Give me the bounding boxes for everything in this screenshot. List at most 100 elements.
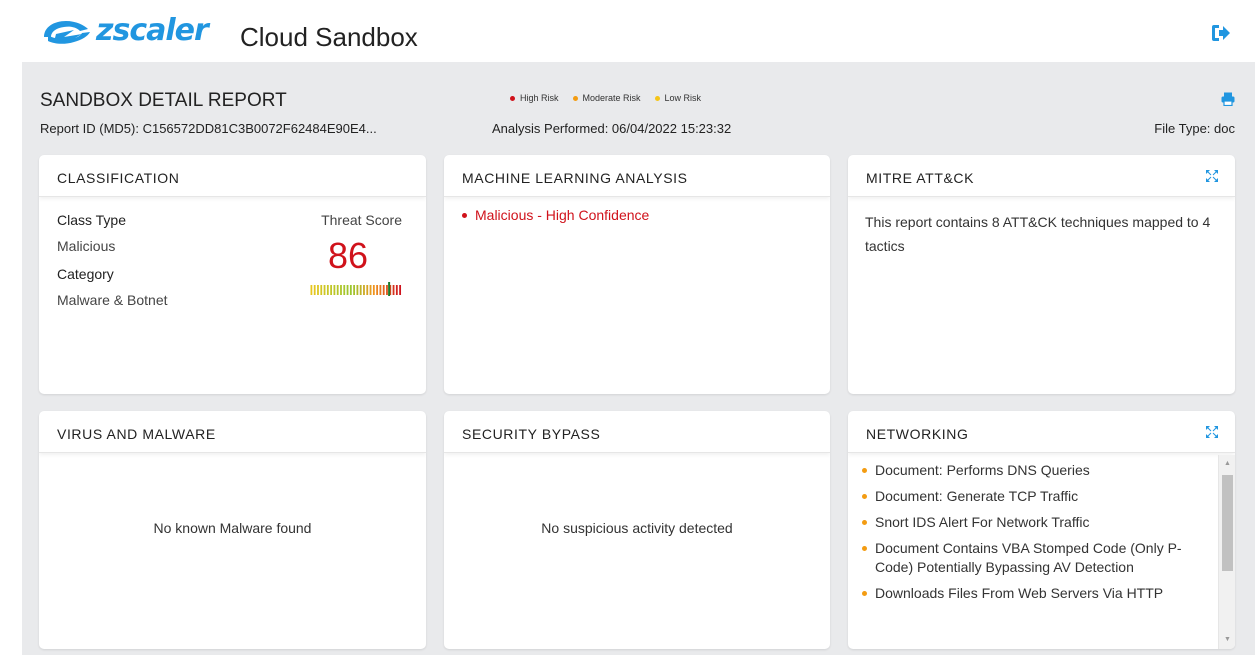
gauge-marker <box>388 282 391 296</box>
virus-empty-message: No known Malware found <box>153 520 312 536</box>
gauge-tick <box>317 285 319 295</box>
scroll-thumb[interactable] <box>1222 475 1233 571</box>
moderate-risk-dot-icon <box>862 468 867 473</box>
moderate-risk-dot-icon <box>862 520 867 525</box>
gauge-tick <box>356 285 359 295</box>
security-bypass-card: SECURITY BYPASS No suspicious activity d… <box>444 411 830 649</box>
card-title: VIRUS AND MALWARE <box>57 426 216 442</box>
gauge-tick <box>399 285 402 295</box>
gauge-tick <box>376 285 379 295</box>
moderate-risk-dot-icon <box>862 591 867 596</box>
networking-list: Document: Performs DNS Queries Document:… <box>862 461 1212 610</box>
threat-score-value: 86 <box>328 235 369 276</box>
legend-moderate-risk: Moderate Risk <box>572 93 641 103</box>
threat-score-label: Threat Score <box>321 212 402 228</box>
card-header: NETWORKING <box>848 411 1235 453</box>
risk-legend: High Risk Moderate Risk Low Risk <box>510 93 701 103</box>
bypass-empty-message: No suspicious activity detected <box>541 520 733 536</box>
zscaler-logo-icon <box>44 21 90 44</box>
gauge-tick <box>343 285 346 295</box>
card-header: MACHINE LEARNING ANALYSIS <box>444 155 830 197</box>
moderate-risk-dot-icon <box>862 546 867 551</box>
class-type-value: Malicious <box>57 238 116 254</box>
card-title: MACHINE LEARNING ANALYSIS <box>462 170 688 186</box>
list-item: Document: Generate TCP Traffic <box>862 487 1212 506</box>
ml-analysis-card: MACHINE LEARNING ANALYSIS Malicious - Hi… <box>444 155 830 394</box>
high-risk-dot-icon <box>510 95 515 101</box>
gauge-tick <box>323 285 326 295</box>
card-title: MITRE ATT&CK <box>866 170 975 186</box>
card-title: CLASSIFICATION <box>57 170 180 186</box>
gauge-tick <box>313 285 316 295</box>
card-title: SECURITY BYPASS <box>462 426 601 442</box>
gauge-tick <box>386 285 388 295</box>
gauge-tick <box>392 285 395 295</box>
report-content: SANDBOX DETAIL REPORT Report ID (MD5): C… <box>22 62 1255 655</box>
expand-icon[interactable] <box>1205 169 1219 183</box>
file-type: File Type: doc <box>1154 121 1235 136</box>
list-item-text: Document: Generate TCP Traffic <box>875 488 1079 504</box>
report-title: SANDBOX DETAIL REPORT <box>40 90 287 111</box>
threat-score-gauge <box>310 282 402 296</box>
gauge-tick <box>372 285 375 295</box>
print-icon[interactable] <box>1221 92 1235 106</box>
moderate-risk-dot-icon <box>862 494 867 499</box>
class-type-label: Class Type <box>57 212 126 228</box>
mitre-attack-card: MITRE ATT&CK This report contains 8 ATT&… <box>848 155 1235 394</box>
moderate-risk-dot-icon <box>572 95 578 101</box>
card-title: NETWORKING <box>866 426 969 442</box>
ml-result-text: Malicious - High Confidence <box>475 207 650 223</box>
legend-label: High Risk <box>520 93 559 103</box>
gauge-tick <box>395 285 398 295</box>
gauge-tick <box>336 285 339 295</box>
gauge-tick <box>366 285 369 295</box>
list-item-text: Document: Performs DNS Queries <box>875 462 1090 478</box>
analysis-performed: Analysis Performed: 06/04/2022 15:23:32 <box>492 121 732 136</box>
scroll-down-arrow-icon[interactable]: ▼ <box>1219 633 1235 647</box>
gauge-tick <box>326 285 329 295</box>
card-header: VIRUS AND MALWARE <box>39 411 426 453</box>
brand-name: zscaler <box>96 13 209 48</box>
gauge-tick <box>330 285 333 295</box>
gauge-tick <box>349 285 352 295</box>
legend-label: Low Risk <box>664 93 702 103</box>
gauge-tick <box>382 285 385 295</box>
list-item: Downloads Files From Web Servers Via HTT… <box>862 584 1212 603</box>
high-risk-dot-icon <box>462 212 467 218</box>
legend-label: Moderate Risk <box>582 93 641 103</box>
report-id: Report ID (MD5): C156572DD81C3B0072F6248… <box>40 121 377 136</box>
legend-high-risk: High Risk <box>510 93 559 103</box>
zscaler-logo: zscaler <box>40 13 209 48</box>
low-risk-dot-icon <box>654 95 660 101</box>
gauge-tick <box>333 285 336 295</box>
logout-icon[interactable] <box>1211 24 1231 42</box>
networking-scrollbar[interactable]: ▲ ▼ <box>1218 455 1235 649</box>
card-header: CLASSIFICATION <box>39 155 426 197</box>
networking-card: NETWORKING Document: Performs DNS Querie… <box>848 411 1235 649</box>
gauge-tick <box>310 285 313 295</box>
gauge-tick <box>379 285 382 295</box>
expand-icon[interactable] <box>1205 425 1219 439</box>
card-header: MITRE ATT&CK <box>848 155 1235 197</box>
list-item-text: Downloads Files From Web Servers Via HTT… <box>875 585 1164 601</box>
classification-card: CLASSIFICATION Class Type Malicious Cate… <box>39 155 426 394</box>
list-item-text: Document Contains VBA Stomped Code (Only… <box>875 540 1182 575</box>
gauge-tick <box>346 285 349 295</box>
app-title: Cloud Sandbox <box>240 22 418 52</box>
category-value: Malware & Botnet <box>57 292 168 308</box>
virus-malware-card: VIRUS AND MALWARE No known Malware found <box>39 411 426 649</box>
legend-low-risk: Low Risk <box>654 93 702 103</box>
gauge-tick <box>353 285 356 295</box>
gauge-tick <box>320 285 323 295</box>
ml-result: Malicious - High Confidence <box>462 207 649 223</box>
list-item: Document: Performs DNS Queries <box>862 461 1212 480</box>
scroll-up-arrow-icon[interactable]: ▲ <box>1219 457 1235 471</box>
list-item: Document Contains VBA Stomped Code (Only… <box>862 539 1212 577</box>
list-item-text: Snort IDS Alert For Network Traffic <box>875 514 1090 530</box>
list-item: Snort IDS Alert For Network Traffic <box>862 513 1212 532</box>
top-bar: zscaler Cloud Sandbox <box>0 0 1255 62</box>
card-header: SECURITY BYPASS <box>444 411 830 453</box>
mitre-summary: This report contains 8 ATT&CK techniques… <box>865 214 1211 254</box>
gauge-tick <box>369 285 372 295</box>
gauge-tick <box>340 285 342 295</box>
